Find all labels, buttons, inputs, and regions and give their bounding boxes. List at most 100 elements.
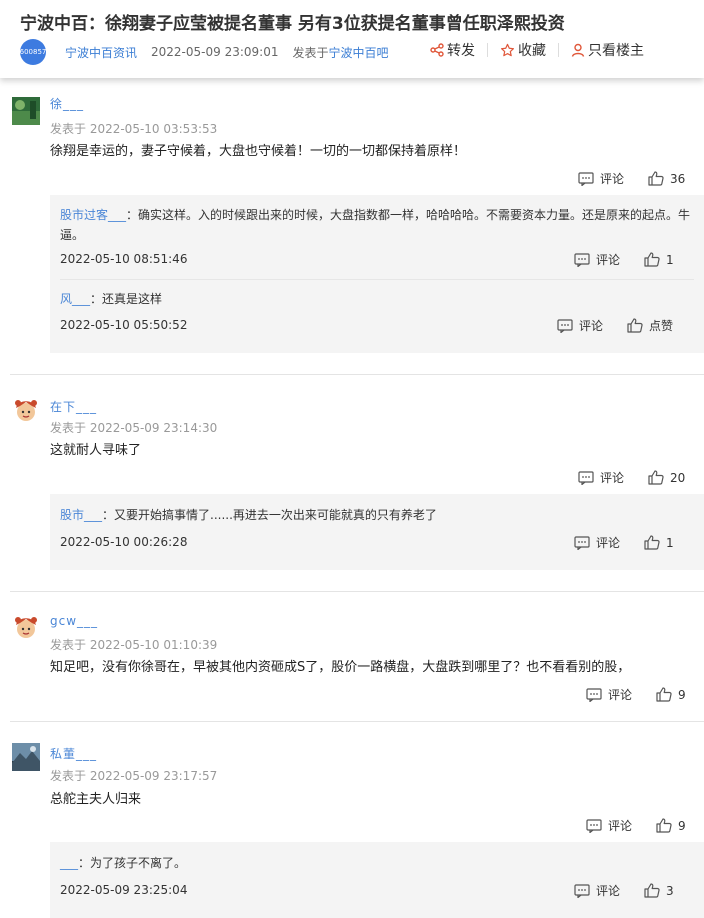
username[interactable]: gcw___ — [50, 614, 98, 628]
reply-content: ：为了孩子不离了。 — [78, 856, 187, 870]
reply-text: 股市过客___：确实这样。入的时候跟出来的时候，大盘指数都一样，哈哈哈哈。不需要… — [60, 205, 700, 245]
comment-button[interactable]: 评论 — [574, 251, 620, 268]
article-title: 宁波中百：徐翔妻子应莹被提名董事 另有3位获提名董事曾任职泽熙投资 — [20, 14, 565, 34]
thumbs-up-icon — [644, 883, 660, 898]
reply-divider — [60, 279, 694, 280]
thumbs-up-icon — [656, 818, 672, 833]
reply-username[interactable]: 股市___ — [60, 508, 102, 522]
post-text: 徐翔是幸运的，妻子守候着，大盘也守候着！一切的一切都保持着原样！ — [50, 144, 467, 159]
like-count: 9 — [678, 818, 686, 833]
like-button[interactable]: 点赞 — [627, 317, 673, 334]
post-time: 发表于 2022-05-09 23:17:57 — [50, 769, 218, 783]
post-text: 知足吧，没有你徐哥在，早被其他内资砸成S了，股价一路横盘，大盘跌到哪里了？也不看… — [50, 660, 631, 675]
like-count: 1 — [666, 252, 674, 267]
post-text: 这就耐人寻味了 — [50, 443, 142, 458]
like-button[interactable]: 1 — [644, 535, 674, 550]
like-count: 9 — [678, 687, 686, 702]
only-author-label: 只看楼主 — [588, 43, 644, 59]
comment-label: 评论 — [596, 884, 621, 898]
reply-list: 股市___：又要开始搞事情了......再进去一次出来可能就真的只有养老了 20… — [50, 494, 704, 570]
reply-time: 2022-05-10 00:26:28 — [60, 535, 188, 549]
share-label: 转发 — [447, 43, 475, 59]
comment-button[interactable]: 评论 — [578, 469, 624, 486]
reply-username[interactable]: 风___ — [60, 292, 90, 306]
action-divider — [487, 43, 488, 57]
reply-text: ___：为了孩子不离了。 — [60, 853, 186, 873]
forum-link[interactable]: 宁波中百吧 — [328, 44, 388, 61]
share-button[interactable]: 转发 — [430, 40, 475, 60]
post-actions: 评论 36 — [578, 170, 685, 187]
like-button[interactable]: 1 — [644, 252, 674, 267]
favorite-label: 收藏 — [518, 43, 546, 59]
stock-logo-icon[interactable]: 600857 — [20, 39, 46, 65]
article-actions: 转发 收藏 只看楼主 — [430, 40, 644, 60]
comment-label: 评论 — [600, 172, 625, 186]
username[interactable]: 徐___ — [50, 95, 84, 112]
avatar[interactable] — [12, 396, 40, 424]
comment-icon — [574, 535, 590, 550]
star-icon — [500, 43, 515, 56]
like-label: 点赞 — [649, 319, 674, 333]
thumbs-up-icon — [648, 470, 664, 485]
thumbs-up-icon — [656, 687, 672, 702]
post-divider — [10, 374, 704, 375]
comment-button[interactable]: 评论 — [586, 686, 632, 703]
reply-content: ：还真是这样 — [90, 292, 163, 306]
username[interactable]: 在下___ — [50, 398, 97, 415]
comment-label: 评论 — [608, 688, 633, 702]
reply-text: 股市___：又要开始搞事情了......再进去一次出来可能就真的只有养老了 — [60, 505, 437, 525]
only-author-button[interactable]: 只看楼主 — [571, 40, 644, 60]
source-link[interactable]: 宁波中百资讯 — [65, 44, 137, 61]
avatar-cartoon-icon — [15, 617, 37, 638]
comment-icon — [574, 252, 590, 267]
avatar[interactable] — [12, 97, 40, 125]
reply-text: 风___：还真是这样 — [60, 289, 162, 309]
post-divider — [10, 721, 704, 722]
comment-button[interactable]: 评论 — [557, 317, 603, 334]
reply-username[interactable]: 股市过客___ — [60, 208, 126, 222]
username[interactable]: 私董___ — [50, 745, 97, 762]
like-count: 1 — [666, 535, 674, 550]
comment-icon — [578, 171, 594, 186]
article-meta: 600857 宁波中百资讯 2022-05-09 23:09:01 发表于 宁波… — [20, 39, 389, 65]
post-actions: 评论 20 — [578, 469, 685, 486]
avatar[interactable] — [12, 613, 40, 641]
comment-label: 评论 — [596, 536, 621, 550]
favorite-button[interactable]: 收藏 — [500, 40, 546, 60]
like-count: 36 — [670, 171, 686, 186]
thumbs-up-icon — [648, 171, 664, 186]
avatar-cartoon-icon — [15, 400, 37, 421]
thumbs-up-icon — [644, 252, 660, 267]
reply-list: 股市过客___：确实这样。入的时候跟出来的时候，大盘指数都一样，哈哈哈哈。不需要… — [50, 195, 704, 353]
avatar[interactable] — [12, 743, 40, 771]
comment-button[interactable]: 评论 — [586, 817, 632, 834]
post-datetime: 2022-05-09 23:09:01 — [151, 45, 279, 59]
reply-time: 2022-05-10 05:50:52 — [60, 318, 188, 332]
like-button[interactable]: 36 — [648, 171, 685, 186]
avatar-image-icon — [12, 743, 40, 771]
reply-time: 2022-05-09 23:25:04 — [60, 883, 188, 897]
reply-actions: 评论 3 — [574, 882, 674, 899]
like-button[interactable]: 9 — [656, 687, 686, 702]
like-button[interactable]: 20 — [648, 470, 685, 485]
post-divider — [10, 591, 704, 592]
like-button[interactable]: 3 — [644, 883, 674, 898]
post-time: 发表于 2022-05-10 03:53:53 — [50, 122, 218, 136]
reply-content: ：确实这样。入的时候跟出来的时候，大盘指数都一样，哈哈哈哈。不需要资本力量。还是… — [60, 208, 691, 242]
post-time: 发表于 2022-05-09 23:14:30 — [50, 421, 218, 435]
stock-code: 600857 — [19, 48, 47, 56]
comment-button[interactable]: 评论 — [574, 534, 620, 551]
reply-username[interactable]: ___ — [60, 856, 78, 870]
post-time: 发表于 2022-05-10 01:10:39 — [50, 638, 218, 652]
comment-button[interactable]: 评论 — [578, 170, 624, 187]
person-icon — [571, 43, 585, 57]
comment-button[interactable]: 评论 — [574, 882, 620, 899]
comment-icon — [574, 883, 590, 898]
posted-in-label: 发表于 — [292, 45, 329, 60]
comment-label: 评论 — [579, 319, 604, 333]
reply-actions: 评论 1 — [574, 251, 674, 268]
like-button[interactable]: 9 — [656, 818, 686, 833]
reply-list: ___：为了孩子不离了。 2022-05-09 23:25:04 评论 3 — [50, 842, 704, 918]
comment-icon — [586, 687, 602, 702]
comment-icon — [557, 318, 573, 333]
